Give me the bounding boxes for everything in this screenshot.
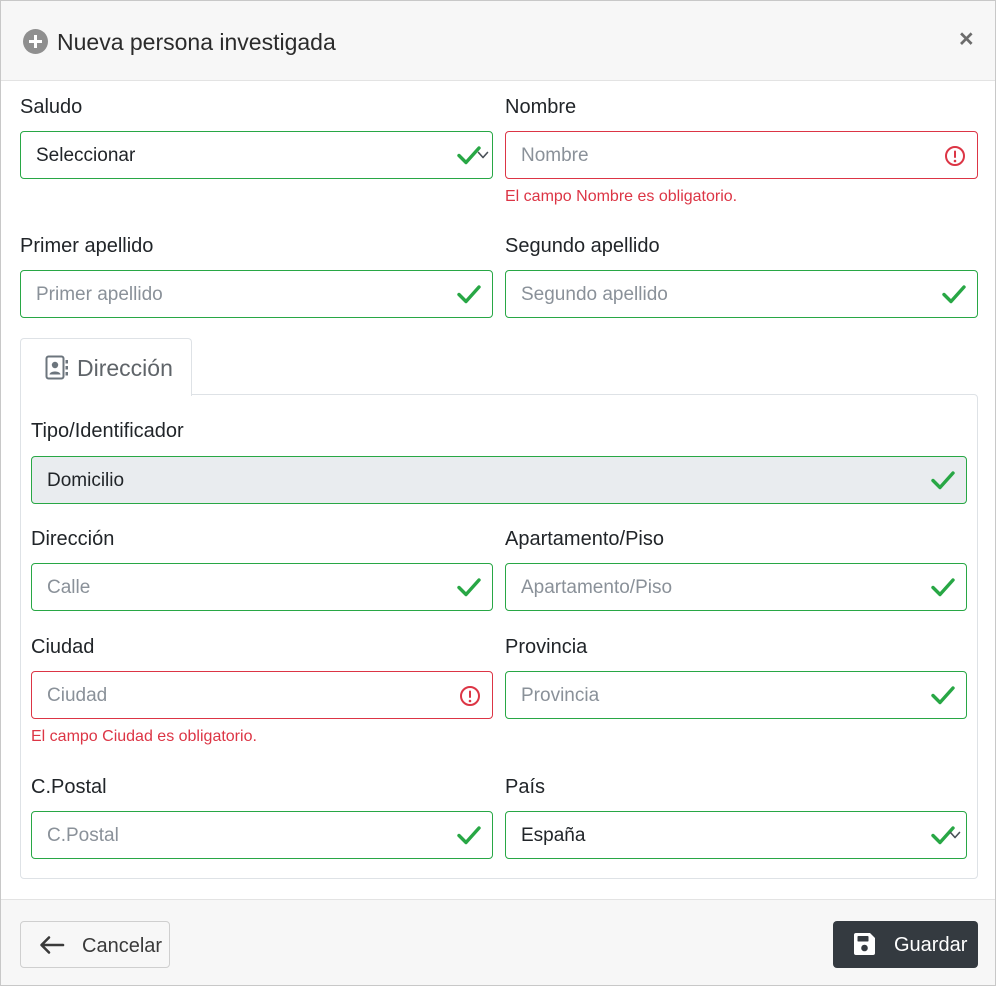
address-card-icon [45,355,68,380]
nombre-placeholder: Nombre [521,145,589,166]
provincia-placeholder: Provincia [521,685,600,706]
cpostal-placeholder: C.Postal [47,825,119,846]
save-button[interactable]: Guardar [833,921,978,968]
direccion-label: Dirección [31,528,115,550]
cancel-button[interactable]: Cancelar [20,921,170,968]
tipo-value: Domicilio [47,470,125,491]
pais-value: España [521,825,586,846]
tipo-label: Tipo/Identificador [31,420,184,442]
floppy-disk-icon [854,933,875,955]
cpostal-label: C.Postal [31,776,107,798]
nombre-label: Nombre [505,96,577,118]
saludo-select[interactable]: Seleccionar [20,131,493,179]
ciudad-input[interactable]: Ciudad [31,671,493,719]
check-icon [942,283,966,305]
exclamation-circle-icon [944,145,966,167]
provincia-label: Provincia [505,636,588,658]
tab-direccion-label: Dirección [77,355,173,381]
modal-dialog: Nueva persona investigada × Saludo Selec… [0,0,996,986]
cancel-label: Cancelar [82,935,163,957]
tab-direccion[interactable]: Dirección [20,338,192,396]
tipo-input[interactable]: Domicilio [31,456,967,504]
check-icon [457,576,481,598]
apartamento-label: Apartamento/Piso [505,528,664,550]
ciudad-label: Ciudad [31,636,95,658]
apartamento-input[interactable]: Apartamento/Piso [505,563,967,611]
pais-select[interactable]: España [505,811,967,859]
check-icon [931,469,955,491]
direccion-placeholder: Calle [47,577,91,598]
check-icon [457,283,481,305]
segundo-apellido-placeholder: Segundo apellido [521,284,668,305]
modal-footer: Cancelar Guardar [1,899,995,985]
arrow-left-icon [40,936,65,954]
saludo-label: Saludo [20,96,83,118]
chevron-down-icon [477,149,489,161]
check-icon [931,576,955,598]
save-label: Guardar [894,934,968,956]
check-icon [457,824,481,846]
nombre-input[interactable]: Nombre [505,131,978,179]
nombre-error: El campo Nombre es obligatorio. [505,188,738,205]
close-button[interactable]: × [959,25,974,53]
cpostal-input[interactable]: C.Postal [31,811,493,859]
provincia-input[interactable]: Provincia [505,671,967,719]
modal-header: Nueva persona investigada × [1,1,995,81]
segundo-apellido-label: Segundo apellido [505,235,660,257]
primer-apellido-label: Primer apellido [20,235,154,257]
saludo-value: Seleccionar [36,145,136,166]
ciudad-error: El campo Ciudad es obligatorio. [31,728,257,745]
primer-apellido-placeholder: Primer apellido [36,284,163,305]
check-icon [931,684,955,706]
segundo-apellido-input[interactable]: Segundo apellido [505,270,978,318]
modal-title: Nueva persona investigada [57,29,336,55]
direccion-input[interactable]: Calle [31,563,493,611]
ciudad-placeholder: Ciudad [47,685,108,706]
chevron-down-icon [949,829,961,841]
apartamento-placeholder: Apartamento/Piso [521,577,673,598]
plus-circle-icon [23,29,48,54]
exclamation-circle-icon [459,685,481,707]
primer-apellido-input[interactable]: Primer apellido [20,270,493,318]
pais-label: País [505,776,546,798]
